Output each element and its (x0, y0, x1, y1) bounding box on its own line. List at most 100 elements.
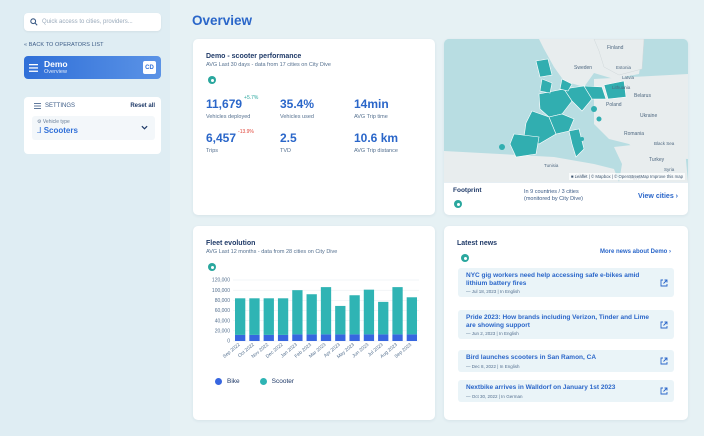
news-headline: Pride 2023: How brands including Verizon… (466, 314, 649, 329)
metric-vehicles-deployed: 11,679 +5.7% Vehicles deployed (206, 95, 258, 120)
metric-trips: 6,457 -13.9% Trips (206, 129, 254, 154)
settings-label: SETTINGS (45, 103, 76, 109)
view-cities-link[interactable]: View cities › (638, 193, 678, 200)
metric-label: Trips (206, 148, 219, 154)
map-label-sweden: Sweden (574, 65, 592, 71)
bar-scooter (392, 287, 403, 335)
vehicle-type-label: Vehicle type (42, 119, 70, 125)
fleet-chart: 020,00040,00060,00080,000100,000120,000S… (212, 278, 419, 360)
chart-legend: Bike Scooter (215, 378, 294, 385)
reset-all-button[interactable]: Reset all (130, 103, 155, 109)
news-meta: — Oct 30, 2022 | In German (466, 393, 523, 399)
bar-bike (349, 334, 360, 341)
x-tick-label: Jun 2023 (351, 342, 370, 359)
metric-value: 10.6 km (354, 131, 399, 145)
operator-name: Demo (44, 59, 68, 69)
map-attribution[interactable]: ■ Leaflet | © Mapbox | © OpenStreetMap I… (568, 173, 685, 180)
bar-bike (249, 334, 260, 341)
map-label-estonia: Estonia (616, 65, 632, 70)
metric-delta: +5.7% (244, 95, 259, 101)
performance-card: Demo - scooter performance AVG Last 30 d… (193, 39, 435, 215)
metric-label: Vehicles used (280, 114, 314, 120)
settings-icon (34, 103, 41, 109)
bar-bike (406, 334, 417, 341)
y-tick-label: 80,000 (215, 298, 231, 304)
metric-label: AVG Trip time (354, 114, 388, 120)
legend-bike-swatch (215, 378, 222, 385)
bar-scooter (292, 290, 303, 335)
metric-label: Vehicles deployed (206, 114, 251, 120)
fleet-title: Fleet evolution (206, 240, 256, 247)
performance-subtitle: AVG Last 30 days - data from 17 cities o… (206, 62, 331, 68)
performance-title: Demo - scooter performance (206, 53, 302, 60)
scooter-icon: ⅃ (37, 126, 44, 135)
menu-icon (29, 63, 38, 72)
info-icon[interactable] (208, 76, 216, 84)
operator-card[interactable]: Demo Overview CD (24, 56, 161, 79)
external-link-icon (660, 321, 668, 328)
map-label-tunisia: Tunisia (544, 163, 559, 168)
legend-scooter-swatch (259, 378, 267, 385)
news-meta: — Jun 2, 2023 | In English (466, 331, 519, 336)
metric-value: 2.5 (280, 131, 297, 145)
fleet-evolution-card: Fleet evolution AVG Last 12 months - dat… (193, 226, 435, 420)
metric-label: AVG Trip distance (354, 148, 398, 154)
y-tick-label: 20,000 (215, 329, 231, 335)
bar-scooter (277, 298, 289, 335)
more-news-link[interactable]: More news about Demo › (600, 249, 671, 255)
bar-bike (292, 334, 303, 341)
map-label-belarus: Belarus (634, 93, 651, 99)
legend-bike-label: Bike (227, 378, 240, 385)
y-tick-label: 0 (227, 339, 230, 345)
news-item[interactable]: Bird launches scooters in San Ramon, CA … (458, 350, 674, 372)
footprint-card: Finland Sweden Estonia Latvia Lithuania … (444, 39, 688, 215)
bar-bike (392, 334, 403, 341)
external-link-icon (660, 387, 668, 395)
legend-scooter-label: Scooter (271, 378, 295, 385)
search-placeholder: Quick access to cities, providers... (42, 19, 133, 25)
external-link-icon (660, 279, 668, 286)
info-icon[interactable] (461, 254, 469, 262)
info-icon[interactable] (454, 200, 462, 208)
map-label-syria: Syria (664, 167, 675, 172)
bar-bike (335, 334, 346, 341)
footprint-title: Footprint (453, 187, 482, 194)
map-label-turkey: Turkey (649, 157, 665, 163)
vehicle-type-value: Scooters (43, 126, 78, 135)
map-label-romania: Romania (624, 131, 644, 137)
metric-value: 6,457 (206, 131, 237, 145)
operator-badge: CD (143, 61, 156, 74)
news-headline: Nextbike arrives in Walldorf on January … (466, 384, 616, 391)
info-icon[interactable] (208, 263, 216, 271)
y-tick-label: 40,000 (215, 318, 231, 324)
metric-delta: -13.9% (238, 129, 254, 135)
fleet-subtitle: AVG Last 12 months - data from 28 cities… (206, 249, 338, 255)
search-input[interactable]: Quick access to cities, providers... (24, 13, 161, 31)
operator-subtitle: Overview (44, 69, 67, 75)
europe-map[interactable]: Finland Sweden Estonia Latvia Lithuania … (444, 39, 688, 182)
external-link-icon (660, 357, 668, 365)
bar-scooter (320, 287, 332, 335)
bar-scooter (378, 301, 389, 335)
map-label-finland: Finland (607, 45, 624, 51)
footprint-info: In 9 countries / 3 cities (monitored by … (524, 189, 583, 203)
metric-label: TVD (280, 148, 291, 154)
y-tick-label: 120,000 (212, 278, 230, 284)
map-label-ukraine: Ukraine (640, 113, 657, 119)
search-icon (30, 18, 38, 26)
map-label-poland: Poland (606, 102, 622, 108)
news-meta: — Dec 8, 2022 | In English (466, 363, 520, 369)
news-item[interactable]: NYC gig workers need help accessing safe… (458, 268, 674, 297)
sidebar: Quick access to cities, providers... « B… (0, 0, 170, 436)
news-headline: NYC gig workers need help accessing safe… (466, 272, 640, 287)
bar-scooter (249, 298, 260, 335)
bar-scooter (306, 294, 317, 335)
map-label-latvia: Latvia (622, 75, 635, 80)
news-item[interactable]: Pride 2023: How brands including Verizon… (458, 310, 674, 339)
latest-news-card: Latest news More news about Demo › NYC g… (444, 226, 688, 420)
bar-scooter (235, 298, 246, 335)
back-to-operators-link[interactable]: « BACK TO OPERATORS LIST (24, 42, 104, 48)
news-item[interactable]: Nextbike arrives in Walldorf on January … (458, 380, 674, 402)
vehicle-type-select[interactable]: ⚙ Vehicle type ⅃ Scooters (32, 116, 155, 140)
page-title: Overview (192, 13, 253, 28)
